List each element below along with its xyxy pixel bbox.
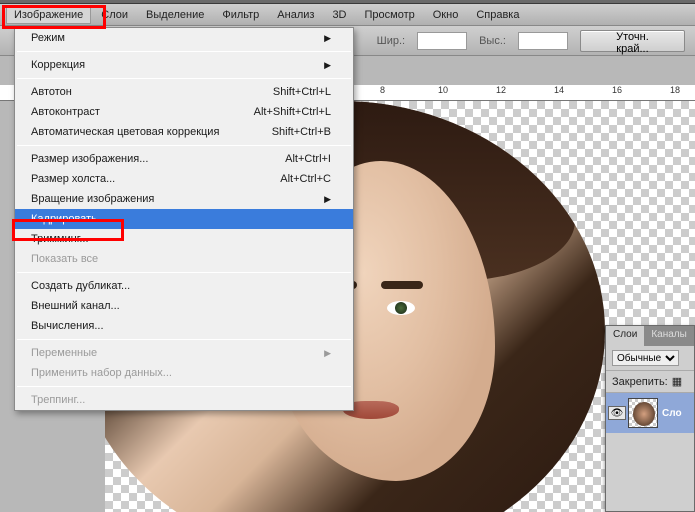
menu-autocontrast[interactable]: АвтоконтрастAlt+Shift+Ctrl+L — [15, 102, 353, 122]
chevron-right-icon: ▶ — [324, 194, 331, 205]
menu-view[interactable]: Просмотр — [357, 6, 423, 24]
visibility-eye-icon[interactable]: 👁 — [608, 406, 626, 420]
lock-transparent-icon[interactable]: ▦ — [672, 375, 682, 388]
ruler-tick: 16 — [612, 85, 622, 95]
menu-window[interactable]: Окно — [425, 6, 467, 24]
menu-apply-image[interactable]: Внешний канал... — [15, 296, 353, 316]
ruler-tick: 10 — [438, 85, 448, 95]
menu-3d[interactable]: 3D — [324, 6, 354, 24]
layer-row[interactable]: 👁 Сло — [606, 393, 694, 433]
ruler-tick: 8 — [380, 85, 385, 95]
ruler-tick: 18 — [670, 85, 680, 95]
height-input[interactable] — [518, 32, 568, 50]
layer-name: Сло — [658, 408, 682, 419]
menu-image-rotation[interactable]: Вращение изображения▶ — [15, 189, 353, 209]
width-input[interactable] — [417, 32, 467, 50]
layers-panel: Слои Каналы Обычные Закрепить: ▦ 👁 Сло — [605, 325, 695, 512]
width-label: Шир.: — [377, 35, 405, 47]
menu-help[interactable]: Справка — [468, 6, 527, 24]
menu-crop[interactable]: Кадрировать — [15, 209, 353, 229]
menu-layers[interactable]: Слои — [93, 6, 136, 24]
menu-filter[interactable]: Фильтр — [214, 6, 267, 24]
tab-channels[interactable]: Каналы — [644, 326, 694, 346]
menu-autotone[interactable]: АвтотонShift+Ctrl+L — [15, 82, 353, 102]
menu-adjustments[interactable]: Коррекция▶ — [15, 55, 353, 75]
menu-select[interactable]: Выделение — [138, 6, 212, 24]
menu-apply-data-set: Применить набор данных... — [15, 363, 353, 383]
menu-image[interactable]: Изображение — [6, 6, 91, 24]
menu-calculations[interactable]: Вычисления... — [15, 316, 353, 336]
ruler-tick: 14 — [554, 85, 564, 95]
menu-image-size[interactable]: Размер изображения...Alt+Ctrl+I — [15, 149, 353, 169]
menu-trim[interactable]: Тримминг... — [15, 229, 353, 249]
menu-variables: Переменные▶ — [15, 343, 353, 363]
layer-thumbnail[interactable] — [628, 398, 658, 428]
tab-layers[interactable]: Слои — [606, 326, 644, 346]
chevron-right-icon: ▶ — [324, 60, 331, 71]
lock-label: Закрепить: — [612, 376, 668, 388]
menu-mode[interactable]: Режим▶ — [15, 28, 353, 48]
menu-duplicate[interactable]: Создать дубликат... — [15, 276, 353, 296]
menu-analysis[interactable]: Анализ — [269, 6, 322, 24]
blend-mode-select[interactable]: Обычные — [612, 350, 679, 366]
chevron-right-icon: ▶ — [324, 33, 331, 44]
menu-reveal-all: Показать все — [15, 249, 353, 269]
menu-canvas-size[interactable]: Размер холста...Alt+Ctrl+C — [15, 169, 353, 189]
height-label: Выс.: — [479, 35, 506, 47]
refine-edge-button[interactable]: Уточн. край... — [580, 30, 685, 52]
menu-autocolor[interactable]: Автоматическая цветовая коррекцияShift+C… — [15, 122, 353, 142]
chevron-right-icon: ▶ — [324, 348, 331, 359]
menu-trap: Треппинг... — [15, 390, 353, 410]
image-menu-dropdown: Режим▶ Коррекция▶ АвтотонShift+Ctrl+L Ав… — [14, 27, 354, 411]
ruler-tick: 12 — [496, 85, 506, 95]
menubar: Изображение Слои Выделение Фильтр Анализ… — [0, 4, 695, 26]
